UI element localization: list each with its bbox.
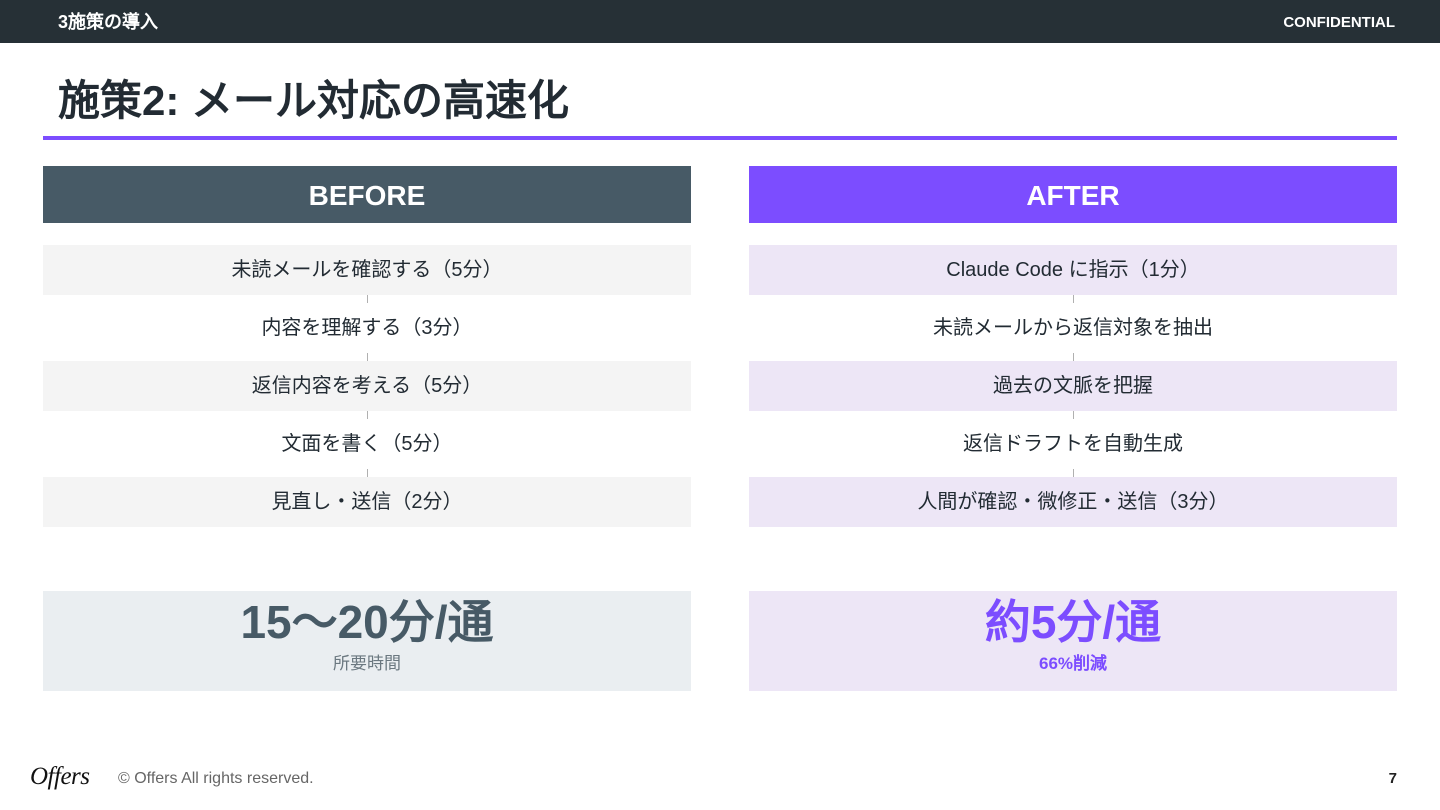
after-column: AFTER Claude Code に指示（1分） 未読メールから返信対象を抽出… [749, 166, 1397, 527]
after-step-1: Claude Code に指示（1分） [749, 245, 1397, 295]
section-label: 3施策の導入 [58, 12, 159, 32]
step-connector [43, 295, 691, 303]
before-step-4: 文面を書く（5分） [281, 433, 453, 455]
step-connector [43, 353, 691, 361]
step-connector [43, 469, 691, 477]
after-summary-value: 約5分/通 [984, 596, 1162, 648]
confidential-label: CONFIDENTIAL [1283, 14, 1395, 31]
after-summary-caption: 66%削減 [1038, 654, 1108, 673]
before-column: BEFORE 未読メールを確認する（5分） 内容を理解する（3分） 返信内容を考… [43, 166, 691, 527]
after-header: AFTER [749, 166, 1397, 223]
after-step-3: 過去の文脈を把握 [749, 361, 1397, 411]
after-summary: 約5分/通 66%削減 [749, 591, 1397, 691]
step-connector [749, 469, 1397, 477]
before-header: BEFORE [43, 166, 691, 223]
after-step-5: 人間が確認・微修正・送信（3分） [749, 477, 1397, 527]
step-connector [43, 411, 691, 419]
copyright-text: © Offers All rights reserved. [118, 770, 314, 787]
after-step-4: 返信ドラフトを自動生成 [963, 433, 1183, 455]
step-connector [749, 411, 1397, 419]
step-connector [749, 295, 1397, 303]
after-step-2: 未読メールから返信対象を抽出 [933, 317, 1213, 339]
before-step-5: 見直し・送信（2分） [43, 477, 691, 527]
page-title: 施策2: メール対応の高速化 [58, 77, 570, 124]
before-summary-value: 15〜20分/通 [240, 596, 494, 648]
before-summary: 15〜20分/通 所要時間 [43, 591, 691, 691]
title-divider [43, 136, 1397, 140]
before-steps: 未読メールを確認する（5分） 内容を理解する（3分） 返信内容を考える（5分） … [43, 245, 691, 527]
top-bar: 3施策の導入 CONFIDENTIAL [0, 0, 1440, 43]
before-summary-caption: 所要時間 [333, 654, 401, 673]
before-step-3: 返信内容を考える（5分） [43, 361, 691, 411]
before-step-1: 未読メールを確認する（5分） [43, 245, 691, 295]
step-connector [749, 353, 1397, 361]
offers-logo: Offers [30, 763, 90, 790]
page-number: 7 [1388, 770, 1397, 787]
before-step-2: 内容を理解する（3分） [261, 317, 473, 339]
after-steps: Claude Code に指示（1分） 未読メールから返信対象を抽出 過去の文脈… [749, 245, 1397, 527]
